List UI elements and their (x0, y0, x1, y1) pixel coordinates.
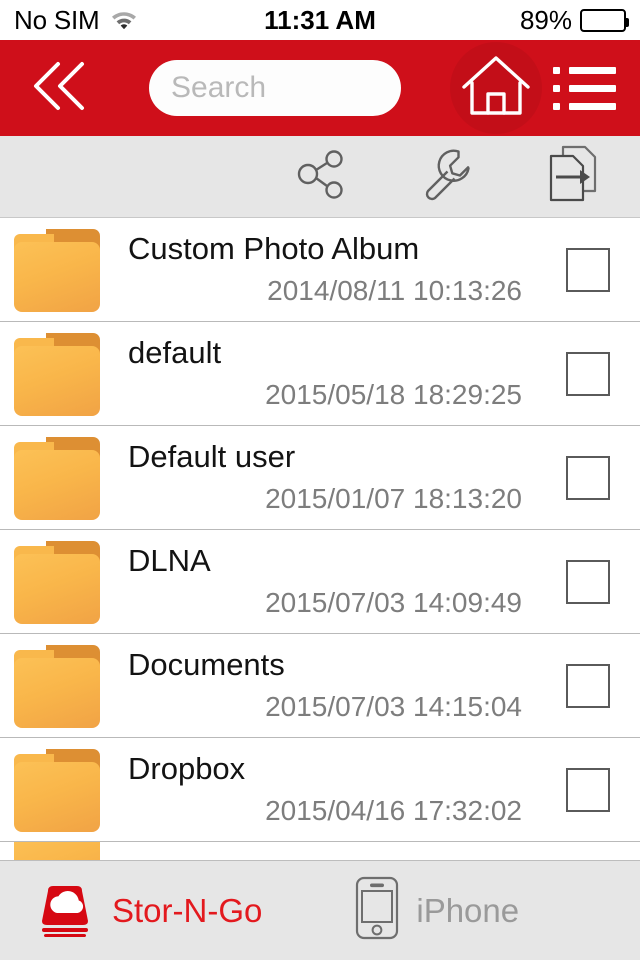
list-item-text: Dropbox 2015/04/16 17:32:02 (100, 738, 536, 842)
list-item-checkbox-cell[interactable] (536, 663, 640, 708)
list-item[interactable]: Dropbox 2015/04/16 17:32:02 (0, 738, 640, 842)
list-item-name: Custom Photo Album (128, 232, 420, 267)
tools-button[interactable] (414, 145, 478, 209)
menu-button[interactable] (544, 40, 624, 136)
select-checkbox[interactable] (566, 247, 610, 292)
clock-label: 11:31 AM (264, 4, 376, 35)
list-item-date: 2015/04/16 17:32:02 (265, 795, 522, 827)
list-item-text: Default user 2015/01/07 18:13:20 (100, 426, 536, 530)
file-export-icon (543, 143, 601, 210)
battery-percent-label: 89% (519, 4, 572, 35)
status-bar-right: 89% (519, 4, 629, 36)
list-item-name: default (128, 336, 222, 371)
search-area: Search (102, 60, 448, 116)
double-chevron-left-icon (28, 58, 90, 119)
back-button[interactable] (16, 40, 102, 136)
search-field[interactable]: Search (149, 60, 401, 116)
wrench-icon (417, 145, 475, 208)
list-item-checkbox-cell[interactable] (536, 351, 640, 396)
folder-icon (14, 436, 100, 520)
cloud-drive-icon (34, 877, 96, 944)
select-checkbox[interactable] (566, 663, 610, 708)
carrier-label: No SIM (14, 4, 100, 35)
list-item-name: Dropbox (128, 752, 246, 787)
list-item-checkbox-cell[interactable] (536, 247, 640, 292)
folder-icon (14, 332, 100, 416)
list-item-date: 2015/07/03 14:15:04 (265, 691, 522, 723)
list-item[interactable]: Default user 2015/01/07 18:13:20 (0, 426, 640, 530)
list-item-name: Documents (128, 648, 285, 683)
list-item-text: DLNA 2015/07/03 14:09:49 (100, 530, 536, 634)
list-item-name: Default user (128, 440, 296, 475)
list-item-name: DLNA (128, 544, 211, 579)
select-checkbox[interactable] (566, 559, 610, 604)
folder-icon (14, 228, 100, 312)
folder-icon (14, 748, 100, 832)
share-button[interactable] (288, 145, 352, 209)
app-root: No SIM 11:31 AM 89% Search Custom Photo … (0, 0, 640, 960)
tab-label-stor-n-go: Stor-N-Go (112, 891, 263, 929)
bottom-tab-bar: Stor-N-Go iPhone (0, 860, 640, 960)
select-checkbox[interactable] (566, 767, 610, 812)
list-item[interactable]: DLNA 2015/07/03 14:09:49 (0, 530, 640, 634)
search-placeholder: Search (171, 71, 267, 104)
list-item-date: 2014/08/11 10:13:26 (267, 275, 522, 307)
tab-iphone[interactable]: iPhone (262, 861, 519, 960)
tab-stor-n-go[interactable]: Stor-N-Go (0, 861, 262, 960)
list-item-checkbox-cell[interactable] (536, 455, 640, 500)
tab-label-iphone: iPhone (416, 891, 520, 929)
navigation-bar: Search (0, 40, 640, 136)
list-item-date: 2015/05/18 18:29:25 (265, 379, 522, 411)
share-nodes-icon (291, 145, 349, 208)
status-bar-left: No SIM (14, 5, 139, 36)
folder-icon (14, 644, 100, 728)
list-item-checkbox-cell[interactable] (536, 559, 640, 604)
export-file-button[interactable] (540, 145, 604, 209)
list-menu-icon (552, 66, 616, 110)
list-item[interactable]: Custom Photo Album 2014/08/11 10:13:26 (0, 218, 640, 322)
wifi-icon (109, 7, 139, 34)
list-item[interactable]: Documents 2015/07/03 14:15:04 (0, 634, 640, 738)
select-checkbox[interactable] (566, 455, 610, 500)
file-list[interactable]: Custom Photo Album 2014/08/11 10:13:26 d… (0, 218, 640, 860)
folder-icon (14, 540, 100, 624)
list-item-checkbox-cell[interactable] (536, 767, 640, 812)
action-toolbar (0, 136, 640, 218)
list-item-text: default 2015/05/18 18:29:25 (100, 322, 536, 426)
home-icon (459, 53, 533, 124)
home-button[interactable] (448, 40, 544, 136)
status-bar: No SIM 11:31 AM 89% (0, 0, 640, 40)
list-item[interactable]: default 2015/05/18 18:29:25 (0, 322, 640, 426)
select-checkbox[interactable] (566, 351, 610, 396)
list-item-partial[interactable] (0, 842, 640, 860)
iphone-icon (354, 875, 400, 946)
list-item-text: Documents 2015/07/03 14:15:04 (100, 634, 536, 738)
folder-icon (14, 842, 100, 860)
list-item-text: Custom Photo Album 2014/08/11 10:13:26 (100, 218, 536, 322)
battery-icon (580, 8, 629, 32)
list-item-date: 2015/07/03 14:09:49 (265, 587, 522, 619)
list-item-date: 2015/01/07 18:13:20 (265, 483, 522, 515)
